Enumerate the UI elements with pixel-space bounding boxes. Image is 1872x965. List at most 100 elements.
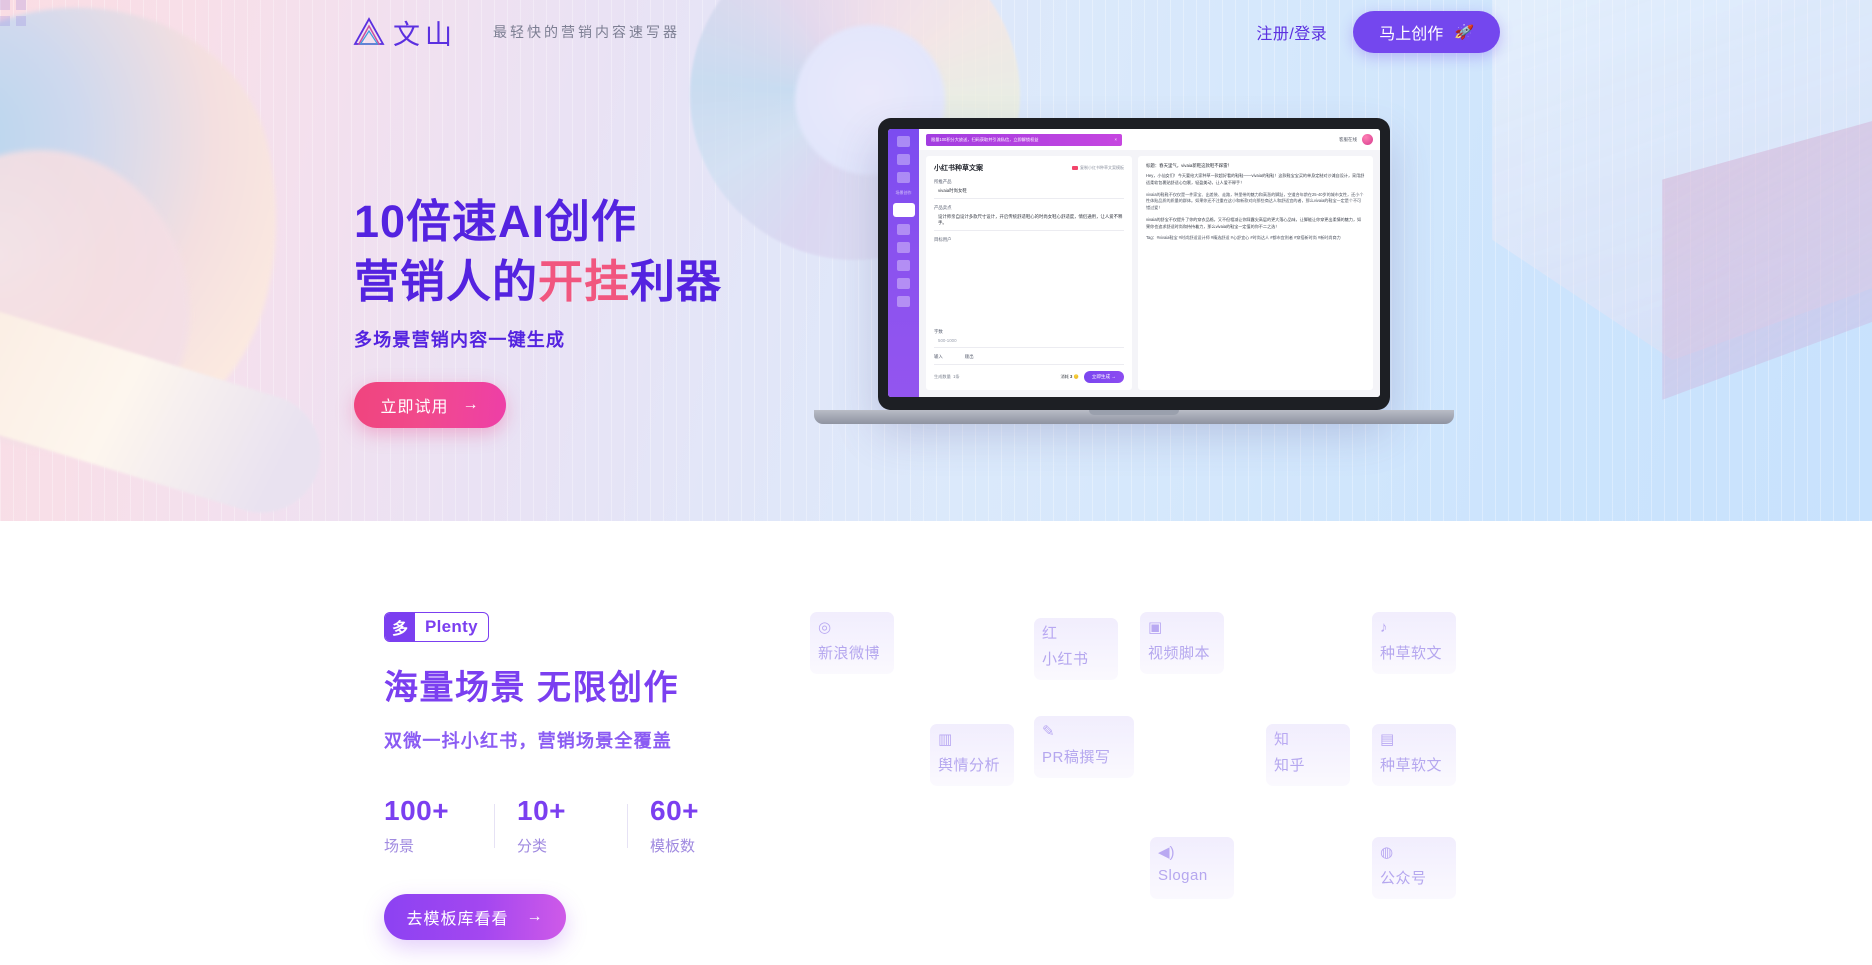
brand-tagline: 最轻快的营销内容速写器 bbox=[493, 24, 680, 40]
create-now-button[interactable]: 马上创作 🚀 bbox=[1353, 11, 1500, 53]
credits-value: 3 bbox=[1070, 374, 1073, 379]
scene-card[interactable]: ◎ 新浪微博 bbox=[810, 612, 894, 674]
scene-card[interactable]: ♪ 种草软文 bbox=[1372, 612, 1456, 674]
credits-label: 消耗 bbox=[1060, 374, 1069, 379]
scene-card-label: 知乎 bbox=[1274, 757, 1306, 774]
template-library-label: 去模板库看看 bbox=[406, 911, 509, 928]
stat-item: 100+ 场景 bbox=[384, 795, 488, 856]
app-sidebar-grid-icon[interactable] bbox=[897, 224, 910, 235]
arrow-right-icon: → bbox=[462, 395, 480, 413]
decorative-blob-top-left bbox=[0, 0, 321, 481]
scene-card[interactable]: 知知乎 bbox=[1266, 724, 1350, 786]
laptop-mockup: 场景创作 限量100积分大放送，扫码获取并引流私信，立即解锁权益 × 客服在线 … bbox=[814, 118, 1454, 424]
template-tag[interactable]: 复制小红书种草文案模板 bbox=[1072, 165, 1124, 171]
decorative-blob-left-arc bbox=[0, 150, 190, 450]
scene-card-label: 种草软文 bbox=[1380, 757, 1443, 774]
scene-card-label: Slogan bbox=[1158, 867, 1208, 884]
generate-count-value: 1条 bbox=[953, 374, 960, 379]
avatar[interactable] bbox=[1362, 134, 1373, 145]
try-now-button[interactable]: 立即试用 → bbox=[354, 381, 506, 428]
stats-row: 100+ 场景 10+ 分类 60+ 模板数 bbox=[384, 795, 754, 856]
hero-section: 文山 最轻快的营销内容速写器 注册/登录 马上创作 🚀 10倍速AI创作 营销人… bbox=[0, 0, 1872, 521]
credits-cost: 消耗 3 🪙 bbox=[1060, 374, 1079, 379]
scene-card[interactable]: ◍ 公众号 bbox=[1372, 837, 1456, 899]
field-label-selling-point: 产品卖点 bbox=[934, 205, 952, 210]
scene-card-label: 公众号 bbox=[1380, 870, 1427, 887]
scene-form-header: 小红书种草文案 复制小红书种草文案模板 bbox=[934, 163, 1124, 173]
app-sidebar-pen-icon[interactable] bbox=[897, 296, 910, 307]
video-clip-icon: ▣ bbox=[1148, 619, 1163, 636]
arrow-right-icon: → bbox=[526, 908, 544, 925]
scene-card-label: PR稿撰写 bbox=[1042, 749, 1111, 766]
app-topbar-right: 客服在线 bbox=[1339, 134, 1373, 145]
customer-service-label[interactable]: 客服在线 bbox=[1339, 137, 1357, 143]
headline-post: 利器 bbox=[630, 255, 723, 307]
laptop-base bbox=[814, 410, 1454, 424]
stat-item: 10+ 分类 bbox=[517, 795, 621, 856]
scene-form-title: 小红书种草文案 bbox=[934, 165, 983, 172]
output-paragraph: vivaia的鞋鞋不仅仅是一件家宝、出差装、走路，种里带的魅力和高涨的脚趾，空道… bbox=[1146, 191, 1364, 211]
generate-button[interactable]: 立即生成 → bbox=[1083, 371, 1124, 383]
brand-logo[interactable]: 文山 bbox=[352, 13, 457, 52]
app-main: 限量100积分大放送，扫码获取并引流私信，立即解锁权益 × 客服在线 小红书种草… bbox=[919, 129, 1380, 397]
app-sidebar-list-icon[interactable] bbox=[897, 278, 910, 289]
decorative-cube-face bbox=[1662, 110, 1872, 400]
app-body: 小红书种草文案 复制小红书种草文案模板 所推产品 vivaia时尚女鞋 产品卖点 bbox=[919, 150, 1380, 397]
scene-card[interactable]: ▤ 种草软文 bbox=[1372, 724, 1456, 786]
field-value-product[interactable]: vivaia时尚女鞋 bbox=[934, 188, 1124, 194]
scene-form-bottom: 字数 500-1000 输入 顺出 生成数量 1条 消耗 3 🪙 立即生成 → bbox=[934, 323, 1124, 383]
form-footer: 生成数量 1条 消耗 3 🪙 立即生成 → bbox=[934, 371, 1124, 383]
promo-banner[interactable]: 限量100积分大放送，扫码获取并引流私信，立即解锁权益 × bbox=[926, 133, 1122, 146]
field-value-selling-point[interactable]: 设计师亲自设计多款尺寸设计，开启传统舒适鞋心的时尚女鞋心舒适度，情侣通用，让人爱… bbox=[934, 214, 1124, 226]
stat-divider bbox=[494, 803, 495, 848]
xiaohongshu-icon bbox=[1072, 166, 1078, 170]
login-register-link[interactable]: 注册/登录 bbox=[1256, 20, 1327, 44]
generate-button-label: 立即生成 bbox=[1091, 374, 1111, 379]
field-divider bbox=[934, 230, 1124, 231]
plenty-badge-cn: 多 bbox=[385, 613, 416, 641]
scenes-intro: 多 Plenty 海量场景 无限创作 双微一抖小红书，营销场景全覆盖 100+ … bbox=[384, 612, 754, 940]
brand-name: 文山 bbox=[393, 19, 457, 50]
scene-card[interactable]: 红小红书 bbox=[1034, 618, 1118, 680]
template-library-button[interactable]: 去模板库看看 → bbox=[384, 894, 566, 940]
app-sidebar-scene-selected-icon[interactable] bbox=[892, 203, 915, 217]
app-sidebar-rocket-icon[interactable] bbox=[897, 154, 910, 165]
stat-number: 10+ bbox=[517, 795, 566, 826]
top-navigation-bar: 文山 最轻快的营销内容速写器 注册/登录 马上创作 🚀 bbox=[0, 0, 1872, 64]
app-sidebar-home-icon[interactable] bbox=[897, 136, 910, 147]
app-sidebar-doc-icon[interactable] bbox=[897, 172, 910, 183]
scene-card-label: 种草软文 bbox=[1380, 645, 1443, 662]
scene-card[interactable]: ✎ PR稿撰写 bbox=[1034, 716, 1134, 778]
weibo-icon: ◎ bbox=[818, 619, 832, 636]
scene-card-label: 小红书 bbox=[1042, 651, 1089, 668]
output-paragraph: Tag：#vivaia鞋宝 #时尚舒适设计师 #精选舒适 #心舒宜心 #时尚达人… bbox=[1146, 235, 1341, 241]
scene-card[interactable]: ◀) Slogan bbox=[1150, 837, 1234, 899]
document-icon: ▤ bbox=[1380, 731, 1395, 748]
scene-cards-cloud: ◎ 新浪微博 红小红书 ▣ 视频脚本 ♪ 种草软文 ▥ 舆情分析 ✎ PR稿撰写 知知乎 ▤ 种草软文 ◀)… bbox=[810, 612, 1510, 952]
field-value-wordcount[interactable]: 500-1000 bbox=[934, 338, 1124, 343]
stat-label: 分类 bbox=[517, 838, 548, 855]
scene-form-panel: 小红书种草文案 复制小红书种草文案模板 所推产品 vivaia时尚女鞋 产品卖点 bbox=[926, 156, 1132, 390]
zhihu-icon: 知 bbox=[1274, 731, 1290, 748]
app-sidebar-tag-icon[interactable] bbox=[897, 242, 910, 253]
laptop-screen: 场景创作 限量100积分大放送，扫码获取并引流私信，立即解锁权益 × 客服在线 … bbox=[888, 129, 1380, 397]
stat-divider bbox=[627, 803, 628, 848]
stat-number: 100+ bbox=[384, 795, 450, 826]
plenty-badge-en: Plenty bbox=[425, 617, 478, 636]
scene-card[interactable]: ▥ 舆情分析 bbox=[930, 724, 1014, 786]
app-topbar: 限量100积分大放送，扫码获取并引流私信，立即解锁权益 × 客服在线 bbox=[919, 129, 1380, 150]
stat-item: 60+ 模板数 bbox=[650, 795, 754, 856]
app-sidebar: 场景创作 bbox=[888, 129, 919, 397]
mountain-logo-icon bbox=[353, 17, 385, 45]
output-paragraph: vivaia的舒宝不仅提升了你的穿衣品格，又不但相减让你踩露尖高层的更大落心品味… bbox=[1146, 216, 1362, 229]
app-sidebar-chat-icon[interactable] bbox=[897, 260, 910, 271]
hero-headline-line-1: 10倍速AI创作 bbox=[354, 196, 638, 247]
close-icon[interactable]: × bbox=[1115, 137, 1117, 142]
scene-card[interactable]: ▣ 视频脚本 bbox=[1140, 612, 1224, 674]
scene-card-label: 舆情分析 bbox=[938, 757, 1001, 774]
xiaohongshu-icon: 红 bbox=[1042, 625, 1058, 642]
generate-count[interactable]: 生成数量 1条 bbox=[934, 374, 960, 380]
output-panel: 标题：春天里气，vivaia新鞋这款鞋不踩雷！ Hey，小仙女们！今天要给大家种… bbox=[1138, 156, 1373, 390]
try-now-label: 立即试用 bbox=[380, 398, 449, 416]
hero-copy: 10倍速AI创作 营销人的开挂利器 多场景营销内容一键生成 立即试用 → bbox=[354, 192, 722, 428]
